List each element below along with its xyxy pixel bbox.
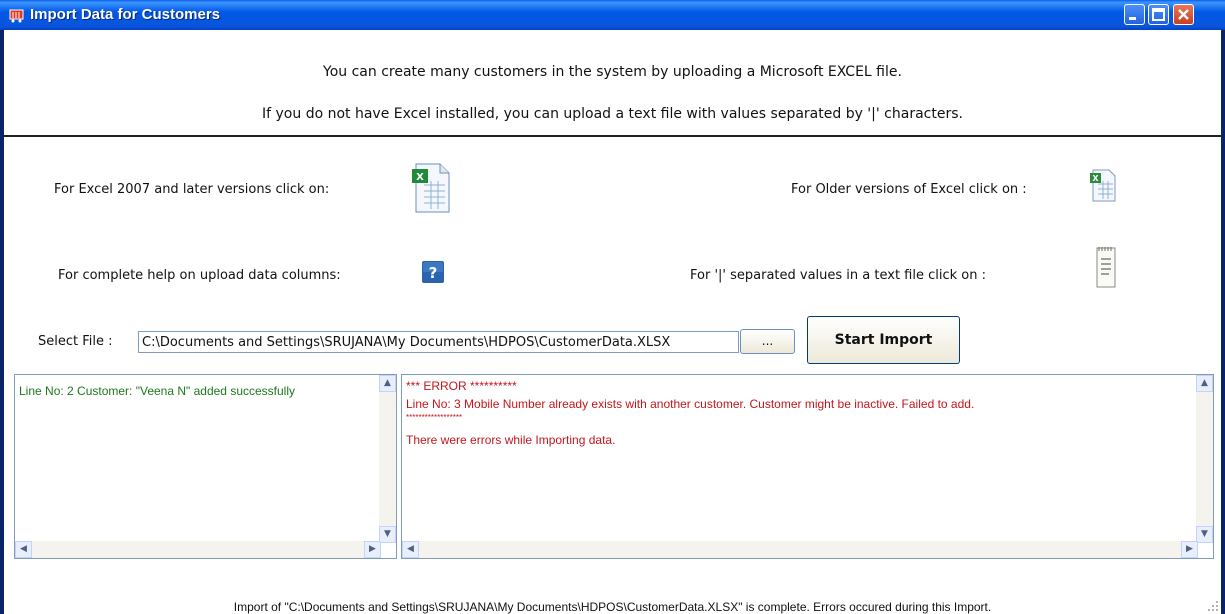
info-line-text: If you do not have Excel installed, you … — [262, 106, 963, 122]
status-message: Import of "C:\Documents and Settings\SRU… — [233, 600, 992, 614]
svg-text:X: X — [416, 172, 424, 183]
error-log-stars: ****************** — [406, 413, 463, 422]
info-line-excel: You can create many customers in the sys… — [323, 64, 902, 80]
help-label: For complete help on upload data columns… — [58, 268, 341, 283]
info-header: You can create many customers in the sys… — [4, 30, 1221, 137]
excel-2007-icon[interactable]: X — [412, 163, 450, 213]
error-vertical-scrollbar[interactable]: ▲ ▼ — [1196, 375, 1213, 543]
scroll-left-icon[interactable]: ◀ — [15, 541, 32, 558]
window-title: Import Data for Customers — [30, 6, 221, 23]
maximize-icon — [1152, 8, 1165, 21]
select-file-label: Select File : — [38, 334, 113, 349]
minimize-button[interactable] — [1124, 4, 1145, 25]
scroll-left-icon[interactable]: ◀ — [402, 541, 419, 558]
scroll-right-icon[interactable]: ▶ — [1181, 541, 1198, 558]
title-bar[interactable]: Import Data for Customers — [0, 0, 1225, 30]
svg-text:X: X — [1092, 174, 1099, 183]
text-file-label: For '|' separated values in a text file … — [690, 268, 986, 283]
success-horizontal-scrollbar[interactable]: ◀ ▶ — [15, 541, 381, 558]
excel-2007-label: For Excel 2007 and later versions click … — [54, 182, 330, 197]
client-area: You can create many customers in the sys… — [4, 30, 1221, 614]
file-path-input[interactable] — [138, 331, 739, 353]
minimize-icon — [1129, 17, 1136, 20]
text-file-icon[interactable] — [1094, 245, 1118, 289]
scroll-up-icon[interactable]: ▲ — [379, 375, 396, 392]
close-button[interactable] — [1173, 4, 1194, 25]
success-log-line: Line No: 2 Customer: "Veena N" added suc… — [19, 384, 295, 398]
error-horizontal-scrollbar[interactable]: ◀ ▶ — [402, 541, 1198, 558]
shopping-cart-icon — [9, 9, 24, 23]
success-vertical-scrollbar[interactable]: ▲ ▼ — [379, 375, 396, 543]
maximize-button[interactable] — [1148, 4, 1169, 25]
scroll-right-icon[interactable]: ▶ — [364, 541, 381, 558]
start-import-button[interactable]: Start Import — [807, 316, 960, 364]
scroll-down-icon[interactable]: ▼ — [379, 526, 396, 543]
svg-text:?: ? — [429, 264, 438, 282]
excel-older-label: For Older versions of Excel click on : — [791, 182, 1027, 197]
close-icon — [1178, 9, 1189, 20]
scroll-up-icon[interactable]: ▲ — [1196, 375, 1213, 392]
error-log-list[interactable]: *** ERROR ********** Line No: 3 Mobile N… — [401, 374, 1214, 559]
scroll-down-icon[interactable]: ▼ — [1196, 526, 1213, 543]
error-log-header: *** ERROR ********** — [406, 379, 517, 393]
browse-button[interactable]: ... — [740, 329, 795, 354]
error-log-summary: There were errors while Importing data. — [406, 433, 616, 447]
excel-older-icon[interactable]: X — [1089, 168, 1117, 202]
error-log-line: Line No: 3 Mobile Number already exists … — [406, 397, 975, 411]
resize-grip-icon[interactable] — [1207, 600, 1219, 612]
help-icon[interactable]: ? — [422, 261, 444, 283]
import-window: Import Data for Customers You can create… — [0, 0, 1225, 614]
success-log-list[interactable]: Line No: 2 Customer: "Veena N" added suc… — [14, 374, 397, 559]
